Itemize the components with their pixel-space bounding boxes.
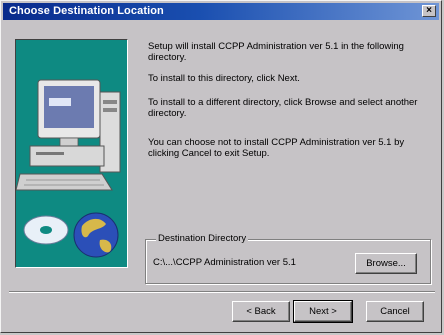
next-instruction-text: To install to this directory, click Next… — [148, 73, 300, 84]
title-bar[interactable]: Choose Destination Location × — [3, 3, 439, 20]
cancel-instruction-text: You can choose not to install CCPP Admin… — [148, 137, 405, 159]
destination-group: Destination Directory C:\...\CCPP Admini… — [145, 233, 431, 284]
intro-text: Setup will install CCPP Administration v… — [148, 41, 404, 63]
setup-dialog: Choose Destination Location × Setup will… — [0, 0, 442, 333]
close-button[interactable]: × — [422, 5, 436, 17]
destination-path: C:\...\CCPP Administration ver 5.1 — [153, 257, 296, 268]
cancel-button[interactable]: Cancel — [366, 301, 424, 322]
next-button[interactable]: Next > — [293, 300, 353, 323]
footer-divider — [9, 291, 435, 293]
setup-illustration — [15, 39, 128, 268]
back-button[interactable]: < Back — [232, 301, 290, 322]
browse-button[interactable]: Browse... — [355, 253, 417, 274]
close-icon: × — [426, 5, 432, 16]
destination-group-label: Destination Directory — [156, 233, 249, 245]
browse-instruction-text: To install to a different directory, cli… — [148, 97, 418, 119]
window-title: Choose Destination Location — [9, 5, 164, 17]
computer-icon — [16, 40, 127, 267]
